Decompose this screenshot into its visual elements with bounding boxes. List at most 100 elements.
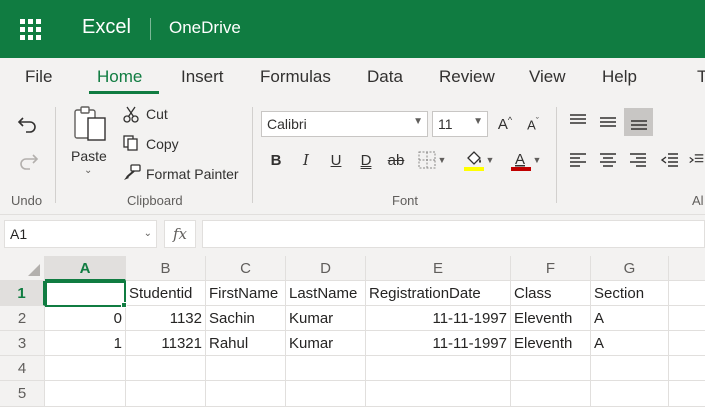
decrease-indent-button[interactable] — [658, 149, 682, 171]
cut-button-icon-wrap[interactable] — [121, 104, 141, 124]
font-name-select[interactable]: Calibri ▼ — [261, 111, 428, 137]
paste-label[interactable]: Paste — [71, 148, 107, 164]
row-header-1[interactable]: 1 — [0, 281, 45, 306]
cell-g5[interactable] — [591, 381, 669, 407]
cell-d5[interactable] — [286, 381, 366, 407]
font-color-button[interactable]: A ▼ — [507, 147, 545, 173]
column-header-overflow[interactable] — [669, 256, 705, 281]
shrink-font-button[interactable]: Aˇ — [522, 113, 544, 135]
cell-e5[interactable] — [366, 381, 511, 407]
tab-help[interactable]: Help — [602, 67, 637, 87]
cell-g2[interactable]: A — [591, 306, 669, 331]
tab-partial[interactable]: T — [697, 67, 705, 87]
column-header-f[interactable]: F — [511, 256, 591, 281]
fill-color-button[interactable]: ▼ — [460, 147, 498, 173]
cell-a2[interactable]: 0 — [45, 306, 126, 331]
name-box[interactable]: A1 ⌄ — [4, 220, 157, 248]
tab-file[interactable]: File — [25, 67, 52, 87]
cell-h3[interactable] — [669, 331, 705, 356]
cell-b3[interactable]: 11321 — [126, 331, 206, 356]
column-header-e[interactable]: E — [366, 256, 511, 281]
tab-data[interactable]: Data — [367, 67, 403, 87]
format-painter-icon-wrap[interactable] — [121, 163, 143, 183]
cell-f4[interactable] — [511, 356, 591, 381]
cell-e3[interactable]: 11-11-1997 — [366, 331, 511, 356]
tab-formulas[interactable]: Formulas — [260, 67, 331, 87]
copy-button-icon-wrap[interactable] — [121, 133, 141, 153]
align-left-button[interactable] — [566, 149, 590, 171]
cut-button[interactable]: Cut — [146, 106, 168, 122]
increase-indent-button[interactable] — [688, 149, 705, 171]
cell-a1[interactable] — [45, 281, 126, 306]
cell-f3[interactable]: Eleventh — [511, 331, 591, 356]
undo-button[interactable] — [14, 110, 42, 138]
cell-f2[interactable]: Eleventh — [511, 306, 591, 331]
align-center-button[interactable] — [596, 149, 620, 171]
column-header-b[interactable]: B — [126, 256, 206, 281]
cell-f1[interactable]: Class — [511, 281, 591, 306]
row-header-3[interactable]: 3 — [0, 331, 45, 356]
copy-button[interactable]: Copy — [146, 136, 179, 152]
cell-g1[interactable]: Section — [591, 281, 669, 306]
cell-c4[interactable] — [206, 356, 286, 381]
cell-d1[interactable]: LastName — [286, 281, 366, 306]
cell-h5[interactable] — [669, 381, 705, 407]
cell-c5[interactable] — [206, 381, 286, 407]
cell-a3[interactable]: 1 — [45, 331, 126, 356]
cell-b1[interactable]: Studentid — [126, 281, 206, 306]
cell-d4[interactable] — [286, 356, 366, 381]
formula-input[interactable] — [202, 220, 705, 248]
borders-button[interactable]: ▼ — [414, 149, 450, 171]
cell-a4[interactable] — [45, 356, 126, 381]
bottom-align-button[interactable] — [624, 108, 653, 136]
row-header-2[interactable]: 2 — [0, 306, 45, 331]
cell-g4[interactable] — [591, 356, 669, 381]
grow-font-button[interactable]: A^ — [494, 113, 516, 135]
double-underline-button[interactable]: D — [356, 149, 376, 171]
tab-review[interactable]: Review — [439, 67, 495, 87]
cell-e2[interactable]: 11-11-1997 — [366, 306, 511, 331]
fill-handle[interactable] — [121, 302, 127, 308]
cell-c1[interactable]: FirstName — [206, 281, 286, 306]
strikethrough-button[interactable]: ab — [385, 149, 407, 171]
insert-function-button[interactable]: fx — [164, 220, 196, 248]
app-name[interactable]: Excel — [82, 16, 131, 39]
top-align-button[interactable] — [566, 110, 590, 132]
underline-button[interactable]: U — [326, 149, 346, 171]
cell-b4[interactable] — [126, 356, 206, 381]
middle-align-button[interactable] — [596, 110, 620, 132]
cell-d2[interactable]: Kumar — [286, 306, 366, 331]
row-header-5[interactable]: 5 — [0, 381, 45, 407]
cell-d3[interactable]: Kumar — [286, 331, 366, 356]
redo-button[interactable] — [14, 147, 42, 175]
column-header-g[interactable]: G — [591, 256, 669, 281]
bold-button[interactable]: B — [266, 149, 286, 171]
cell-h1[interactable] — [669, 281, 705, 306]
cell-h2[interactable] — [669, 306, 705, 331]
cell-e4[interactable] — [366, 356, 511, 381]
align-right-button[interactable] — [626, 149, 650, 171]
paste-chevron-down-icon[interactable]: ⌄ — [84, 165, 92, 176]
column-header-a[interactable]: A — [45, 256, 126, 281]
column-header-c[interactable]: C — [206, 256, 286, 281]
row-header-4[interactable]: 4 — [0, 356, 45, 381]
format-painter-button[interactable]: Format Painter — [146, 166, 239, 182]
font-size-select[interactable]: 11 ▼ — [432, 111, 488, 137]
tab-view[interactable]: View — [529, 67, 566, 87]
select-all-button[interactable] — [0, 256, 45, 281]
paste-button[interactable] — [68, 103, 112, 145]
cell-g3[interactable]: A — [591, 331, 669, 356]
app-launcher-button[interactable] — [0, 0, 60, 58]
cell-c2[interactable]: Sachin — [206, 306, 286, 331]
cell-h4[interactable] — [669, 356, 705, 381]
cell-b2[interactable]: 1132 — [126, 306, 206, 331]
column-header-d[interactable]: D — [286, 256, 366, 281]
tab-insert[interactable]: Insert — [181, 67, 224, 87]
file-location[interactable]: OneDrive — [169, 18, 241, 38]
cell-f5[interactable] — [511, 381, 591, 407]
cell-c3[interactable]: Rahul — [206, 331, 286, 356]
cell-e1[interactable]: RegistrationDate — [366, 281, 511, 306]
cell-b5[interactable] — [126, 381, 206, 407]
cell-a5[interactable] — [45, 381, 126, 407]
italic-button[interactable]: I — [296, 149, 316, 171]
